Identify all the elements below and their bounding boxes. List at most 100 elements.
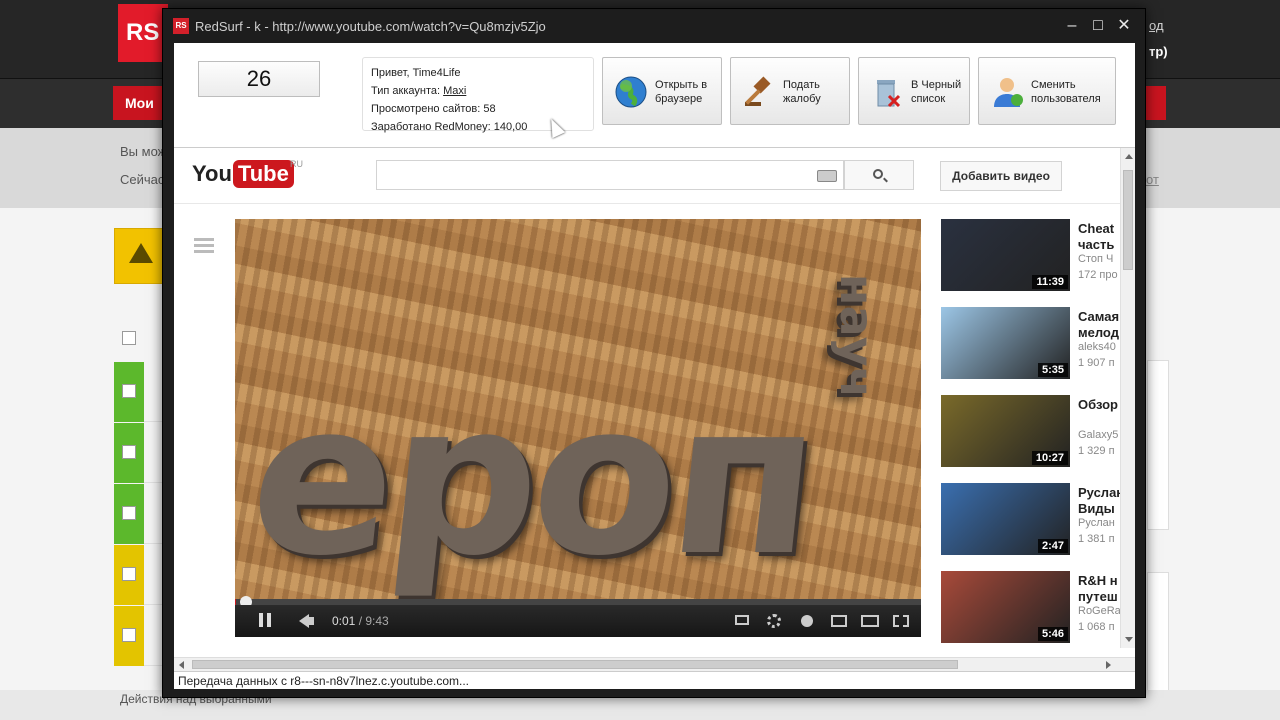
- site-header-link[interactable]: од: [1149, 18, 1164, 33]
- large-player-icon[interactable]: [861, 615, 879, 627]
- site-info-link[interactable]: от: [1146, 172, 1159, 187]
- scroll-up-icon[interactable]: [1125, 154, 1133, 159]
- vertical-scrollbar[interactable]: [1120, 148, 1135, 648]
- search-input[interactable]: [376, 160, 844, 190]
- related-videos: 11:39 Cheat часть Стоп Ч 172 про 5:35 Самая мел…: [941, 219, 1124, 657]
- related-video-channel: aleks40: [1078, 341, 1116, 353]
- site-header-text: тр): [1149, 44, 1168, 59]
- youtube-header: You Tube RU Добавить видео: [174, 148, 1120, 204]
- related-video-item[interactable]: 5:35 Самая мелод aleks40 1 907 п: [941, 307, 1121, 379]
- row-checkbox[interactable]: [122, 445, 136, 459]
- scroll-left-icon[interactable]: [179, 661, 184, 669]
- site-nav-item-right[interactable]: [1146, 86, 1166, 120]
- video-thumbnail[interactable]: 2:47: [941, 483, 1070, 555]
- scroll-right-icon[interactable]: [1106, 661, 1111, 669]
- duration-badge: 5:46: [1037, 627, 1068, 641]
- search-icon: [873, 169, 883, 179]
- youtube-logo[interactable]: You Tube RU: [192, 159, 303, 190]
- horizontal-scrollbar[interactable]: [174, 657, 1135, 671]
- volume-icon[interactable]: [299, 614, 314, 628]
- status-bar: Передача данных с r8---sn-n8v7lnez.c.you…: [174, 671, 1135, 689]
- duration-badge: 10:27: [1031, 451, 1068, 465]
- row-checkbox[interactable]: [122, 506, 136, 520]
- video-frame[interactable]: азан ероп науч: [235, 219, 921, 602]
- related-video-views: 1 068 п: [1078, 621, 1115, 633]
- video-thumbnail[interactable]: 11:39: [941, 219, 1070, 291]
- video-content: науч: [830, 273, 885, 399]
- upload-video-button[interactable]: Добавить видео: [940, 161, 1062, 191]
- row-checkbox[interactable]: [122, 628, 136, 642]
- embedded-browser: YouTubeRU Добавить видео азан ероп науч …: [174, 147, 1135, 657]
- related-video-title[interactable]: Cheat часть: [1078, 221, 1114, 253]
- related-video-item[interactable]: 2:47 Руслан Виды Руслан 1 381 п: [941, 483, 1124, 555]
- annotations-icon[interactable]: [801, 615, 813, 627]
- related-video-item[interactable]: 5:46 R&H н путеш RoGeRa 1 068 п: [941, 571, 1121, 643]
- related-video-channel: Galaxy5: [1078, 429, 1119, 441]
- keyboard-icon[interactable]: [817, 170, 837, 182]
- related-video-views: 172 про: [1078, 269, 1118, 281]
- related-video-channel: RoGeRa: [1078, 605, 1121, 617]
- minimize-button[interactable]: –: [1061, 15, 1083, 37]
- related-video-channel: Стоп Ч: [1078, 253, 1114, 265]
- warning-badge: [114, 228, 166, 284]
- fullscreen-icon[interactable]: [893, 615, 909, 627]
- blacklist-label: В Черный список: [911, 79, 962, 105]
- account-type-link[interactable]: Maxi: [443, 85, 466, 97]
- complaint-button[interactable]: Подать жалобу: [730, 57, 850, 125]
- related-video-title[interactable]: Самая мелод: [1078, 309, 1119, 341]
- video-thumbnail[interactable]: 5:46: [941, 571, 1070, 643]
- site-info-text: Вы мож: [120, 144, 167, 159]
- time-display: 0:01 / 9:43: [332, 614, 389, 628]
- site-row: [114, 423, 164, 483]
- open-in-browser-button[interactable]: Открыть в браузере: [602, 57, 722, 125]
- small-player-icon[interactable]: [831, 615, 847, 627]
- row-checkbox[interactable]: [122, 384, 136, 398]
- redsurf-window: RS RedSurf - k - http://www.youtube.com/…: [162, 8, 1146, 698]
- pause-icon[interactable]: [259, 613, 275, 629]
- related-video-channel: Руслан: [1078, 517, 1115, 529]
- scroll-down-icon[interactable]: [1125, 637, 1133, 642]
- sites-viewed: Просмотрено сайтов: 58: [371, 103, 496, 115]
- scrollbar-thumb[interactable]: [192, 660, 958, 669]
- related-video-title[interactable]: Обзор: [1078, 397, 1118, 413]
- gavel-icon: [745, 76, 771, 106]
- video-thumbnail[interactable]: 5:35: [941, 307, 1070, 379]
- related-video-title[interactable]: R&H н путеш: [1078, 573, 1118, 605]
- related-video-title[interactable]: Руслан Виды: [1078, 485, 1124, 517]
- captions-icon[interactable]: [735, 615, 749, 625]
- window-title: RedSurf - k - http://www.youtube.com/wat…: [195, 19, 546, 34]
- select-all-checkbox[interactable]: [122, 331, 136, 345]
- video-content: ероп: [240, 357, 825, 602]
- related-video-item[interactable]: 10:27 Обзор Galaxy5 1 329 п: [941, 395, 1121, 467]
- complaint-label: Подать жалобу: [783, 79, 821, 105]
- switch-user-button[interactable]: Сменить пользователя: [978, 57, 1116, 125]
- row-checkbox[interactable]: [122, 567, 136, 581]
- warning-icon: [129, 243, 153, 263]
- player-controls: 0:01 / 9:43: [235, 605, 921, 637]
- search-button[interactable]: [844, 160, 914, 190]
- video-player[interactable]: азан ероп науч 0:01 / 9:43: [235, 219, 921, 637]
- site-side-panel: [1147, 360, 1169, 530]
- settings-icon[interactable]: [767, 614, 781, 628]
- related-video-item[interactable]: 11:39 Cheat часть Стоп Ч 172 про: [941, 219, 1121, 291]
- globe-icon: [615, 76, 647, 108]
- trash-icon: [877, 80, 901, 108]
- site-nav-item[interactable]: Мои: [113, 86, 165, 120]
- site-row: [114, 484, 164, 544]
- blacklist-button[interactable]: В Черный список: [858, 57, 970, 125]
- user-icon: [994, 78, 1023, 107]
- close-button[interactable]: ✕: [1113, 15, 1135, 37]
- related-video-views: 1 329 п: [1078, 445, 1115, 457]
- related-video-views: 1 381 п: [1078, 533, 1115, 545]
- scrollbar-thumb[interactable]: [1123, 170, 1133, 270]
- guide-menu-icon[interactable]: [194, 238, 214, 254]
- video-thumbnail[interactable]: 10:27: [941, 395, 1070, 467]
- greeting-text: Привет, Time4Life: [371, 67, 461, 79]
- related-video-views: 1 907 п: [1078, 357, 1115, 369]
- site-info-text: Сейчас: [120, 172, 165, 187]
- site-row: [114, 545, 164, 605]
- site-logo[interactable]: RS: [118, 4, 168, 62]
- open-in-browser-label: Открыть в браузере: [655, 79, 708, 105]
- window-titlebar[interactable]: RS RedSurf - k - http://www.youtube.com/…: [163, 9, 1145, 43]
- maximize-button[interactable]: □: [1087, 15, 1109, 37]
